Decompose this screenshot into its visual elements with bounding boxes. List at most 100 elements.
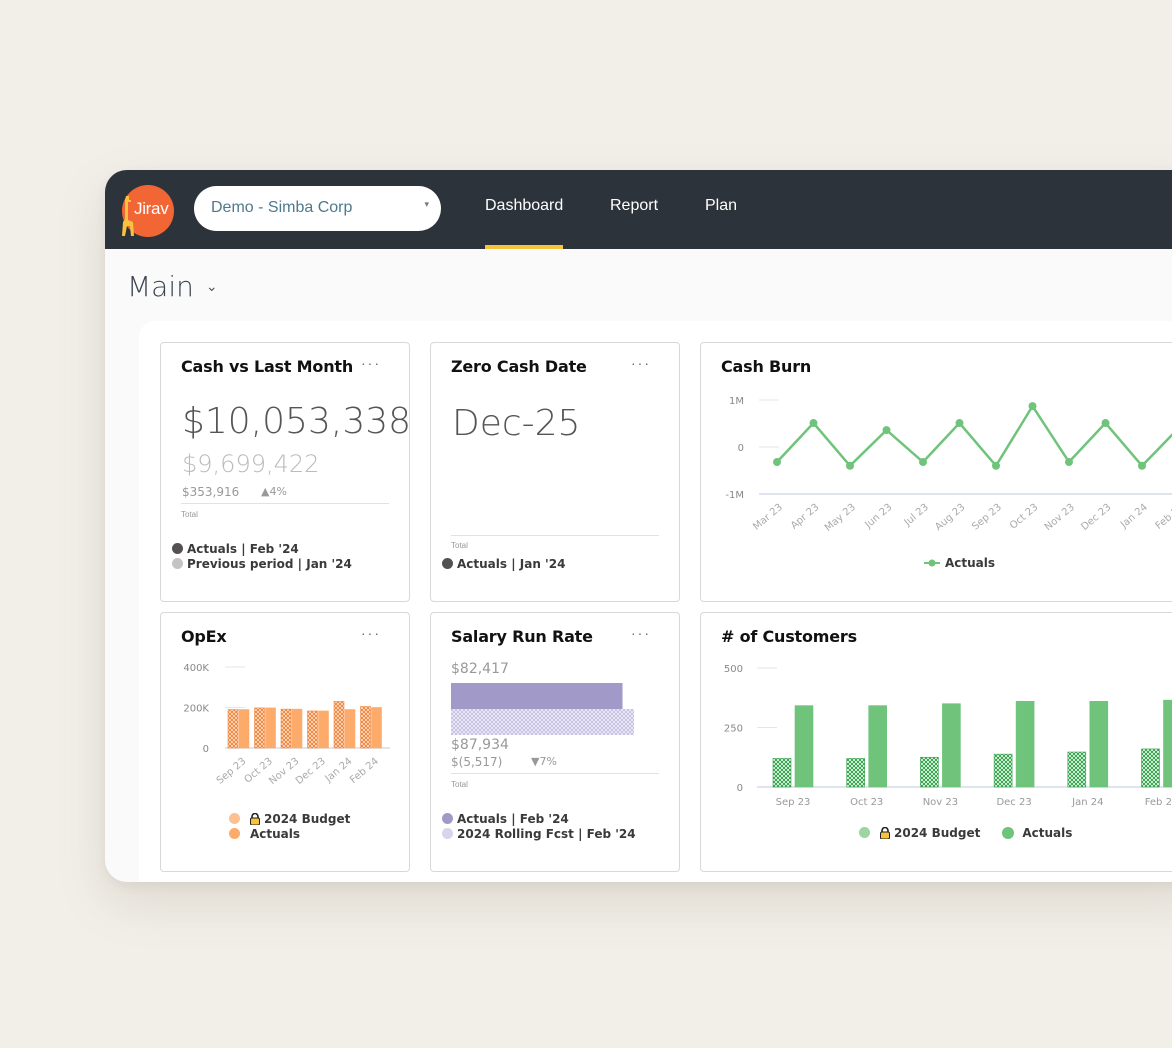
legend-item[interactable]: Actuals <box>229 826 350 841</box>
data-point <box>1101 419 1110 428</box>
card-salary-run-rate: Salary Run Rate ··· $82,417 $87,934 $(5,… <box>430 612 680 872</box>
salary-run-rate-chart <box>451 683 634 735</box>
x-tick-label: Nov 23 <box>1043 502 1077 533</box>
y-tick-label: 0 <box>738 443 744 454</box>
legend-label: Previous period | Jan '24 <box>187 556 352 571</box>
legend-pattern-icon <box>229 813 240 824</box>
card-title: Zero Cash Date <box>451 357 587 376</box>
dashboard-selector[interactable]: Main ⌄ <box>127 270 218 303</box>
legend-label: 2024 Budget <box>894 825 981 840</box>
x-tick-label: Jan 24 <box>1071 797 1103 808</box>
bar-actuals <box>1015 701 1035 788</box>
jirav-logo[interactable]: Jirav <box>122 185 174 237</box>
x-tick-label: Apr 23 <box>789 502 822 532</box>
company-selector[interactable]: Demo - Simba Corp ▾ <box>194 186 441 231</box>
x-tick-label: Nov 23 <box>923 797 958 808</box>
card-cash-vs-last-month: Cash vs Last Month ··· $10,053,338 $9,69… <box>160 342 412 602</box>
legend-item[interactable]: Actuals | Feb '24 <box>172 541 352 556</box>
more-options-icon[interactable]: ··· <box>361 355 381 371</box>
legend-pattern-icon <box>442 828 453 839</box>
data-point <box>809 419 818 428</box>
opex-chart: 400K200K0Sep 23Oct 23Nov 23Dec 23Jan 24F… <box>183 663 390 787</box>
bar-actuals <box>1089 701 1109 788</box>
y-tick-label: 1M <box>729 396 744 407</box>
bar-actuals <box>371 707 382 749</box>
legend-item[interactable]: Actuals | Feb '24 <box>442 811 636 826</box>
x-tick-label: Aug 23 <box>933 502 967 533</box>
bar-actuals <box>451 683 623 709</box>
legend-label: Actuals | Jan '24 <box>457 556 566 571</box>
lock-icon <box>880 826 890 839</box>
bar-budget <box>920 756 939 788</box>
legend-item[interactable]: Actuals <box>924 555 995 570</box>
more-options-icon[interactable]: ··· <box>631 625 651 641</box>
data-point <box>919 458 927 467</box>
more-options-icon[interactable]: ··· <box>631 355 651 371</box>
top-navigation-bar: Jirav Demo - Simba Corp ▾ Dashboard Repo… <box>105 170 1172 249</box>
card-title: Cash Burn <box>721 357 812 376</box>
data-point <box>882 426 891 435</box>
card-title: # of Customers <box>721 627 857 646</box>
legend-dot-icon <box>1002 826 1015 839</box>
total-label: Total <box>451 780 468 789</box>
x-tick-label: Sep 23 <box>215 756 249 787</box>
legend-item[interactable]: 2024 Rolling Fcst | Feb '24 <box>442 826 636 841</box>
legend-dot-icon <box>172 558 183 569</box>
bar-actuals <box>942 703 961 788</box>
bar-budget <box>360 706 371 749</box>
legend-label: Actuals <box>1022 825 1073 840</box>
legend-item[interactable]: Actuals <box>1002 825 1072 840</box>
card-opex: OpEx ··· 400K 200K 0 Sep 23 Oct 23 Nov 23 Dec … <box>160 612 410 872</box>
bar-budget <box>280 708 292 749</box>
variance-percent: ▼7% <box>531 755 557 768</box>
bar-actuals <box>238 709 250 749</box>
bar-actuals <box>794 705 814 788</box>
x-tick-label: Feb 24 <box>1154 502 1172 532</box>
logo-text: Jirav <box>134 199 169 218</box>
chevron-down-icon: ⌄ <box>205 278 218 295</box>
legend-label: Actuals <box>250 826 301 841</box>
company-selector-value: Demo - Simba Corp <box>211 199 353 216</box>
legend-item[interactable]: 2024 Budget <box>229 811 350 826</box>
card-cash-burn: Cash Burn 1M 0 -1M Mar 23 Apr 23 May 23 Jun 23… <box>700 342 1172 602</box>
total-label: Total <box>181 510 198 519</box>
tab-report[interactable]: Report <box>610 197 658 249</box>
cash-burn-chart: 1M 0 -1M Mar 23 Apr 23 May 23 Jun 23 Jul 23 Aug … <box>725 396 1172 534</box>
x-tick-label: Dec 23 <box>294 756 328 787</box>
bar-budget <box>772 758 792 788</box>
current-cash-value: $10,053,338 <box>182 401 412 442</box>
bar-budget <box>993 753 1013 788</box>
bar-actuals <box>318 710 329 749</box>
legend-item[interactable]: Actuals | Jan '24 <box>442 556 565 571</box>
legend-item[interactable]: 2024 Budget <box>859 825 980 840</box>
zero-cash-date-value: Dec-25 <box>452 403 581 444</box>
card-zero-cash-date: Zero Cash Date ··· Dec-25 Total Actuals … <box>430 342 680 602</box>
x-tick-label: Dec 23 <box>996 797 1031 808</box>
legend-label: Actuals | Feb '24 <box>457 811 569 826</box>
bar-actuals <box>344 709 356 749</box>
x-tick-label: Mar 23 <box>751 502 785 533</box>
legend-dot-icon <box>229 828 240 839</box>
customers-chart: 500 250 0 Sep 23 Oct 23 Nov 23 Dec 23 Jan 24 Feb… <box>724 664 1172 808</box>
page-title: Main <box>127 270 194 303</box>
legend-label: Actuals <box>945 555 996 570</box>
y-tick-label: 200K <box>183 704 209 715</box>
legend-dot-icon <box>442 558 453 569</box>
tab-dashboard[interactable]: Dashboard <box>485 197 564 249</box>
bar-budget <box>307 710 318 749</box>
data-point <box>992 461 1000 470</box>
more-options-icon[interactable]: ··· <box>361 625 381 641</box>
tab-plan[interactable]: Plan <box>705 197 737 249</box>
legend: Actuals | Feb '24 Previous period | Jan … <box>172 541 352 571</box>
divider <box>181 503 389 504</box>
data-point <box>955 419 964 428</box>
legend-dot-icon <box>172 543 183 554</box>
legend-item[interactable]: Previous period | Jan '24 <box>172 556 352 571</box>
data-point <box>1028 402 1037 411</box>
legend-label: 2024 Budget <box>264 811 351 826</box>
line-marker-icon <box>924 559 940 566</box>
x-tick-label: Feb 24 <box>348 756 381 786</box>
x-tick-label: Jan 24 <box>1118 502 1150 531</box>
x-tick-label: Sep 23 <box>776 797 811 808</box>
previous-cash-value: $9,699,422 <box>182 450 320 478</box>
